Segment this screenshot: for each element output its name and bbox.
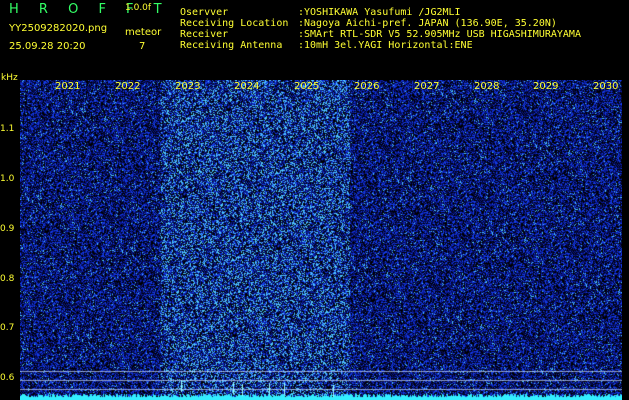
y-label-1-0: 1.0 [0, 174, 15, 184]
receiver-value: :SMArt RTL-SDR V5 52.905MHz USB HIGASHIM… [298, 29, 581, 40]
hroft-spectrogram-screen: H R O F F T 1.0.0f YY2509282020.png mete… [0, 0, 629, 400]
capture-datetime: 25.09.28 20:20 [9, 41, 86, 52]
location-label: Receiving Location [180, 18, 289, 29]
x-label-2029: 2029 [533, 81, 559, 92]
file-name: YY2509282020.png [9, 23, 108, 34]
spectrogram-plot [20, 80, 622, 400]
x-label-2025: 2025 [294, 81, 320, 92]
observer-label: Oservver [180, 7, 229, 18]
antenna-value: :10mH 3el.YAGI Horizontal:ENE [298, 40, 473, 51]
y-label-0-8: 0.8 [0, 274, 15, 284]
x-label-2024: 2024 [234, 81, 260, 92]
x-label-2023: 2023 [175, 81, 201, 92]
y-label-0-7: 0.7 [0, 323, 15, 333]
x-label-2028: 2028 [474, 81, 500, 92]
meteor-count: 7 [139, 41, 146, 52]
y-label-1-1: 1.1 [0, 124, 15, 134]
y-axis-unit: kHz [1, 73, 18, 83]
station-info-labels: Oservver Receiving Location Receiver Rec… [180, 7, 288, 51]
x-label-2022: 2022 [115, 81, 141, 92]
location-value: :Nagoya Aichi-pref. JAPAN (136.90E, 35.2… [298, 18, 557, 29]
y-label-0-6: 0.6 [0, 373, 15, 383]
x-label-2021: 2021 [55, 81, 81, 92]
meteor-label: meteor [125, 27, 162, 38]
receiver-label: Receiver [180, 29, 229, 40]
x-label-2026: 2026 [354, 81, 380, 92]
version-label: 1.0.0f [125, 3, 152, 13]
antenna-label: Receiving Antenna [180, 40, 283, 51]
x-label-2030: 2030 [593, 81, 619, 92]
station-info-values: :YOSHIKAWA Yasufumi /JG2MLI :Nagoya Aich… [298, 7, 581, 51]
y-label-0-9: 0.9 [0, 224, 15, 234]
spectrogram-canvas [20, 80, 622, 400]
x-label-2027: 2027 [414, 81, 440, 92]
observer-value: :YOSHIKAWA Yasufumi /JG2MLI [298, 7, 461, 18]
